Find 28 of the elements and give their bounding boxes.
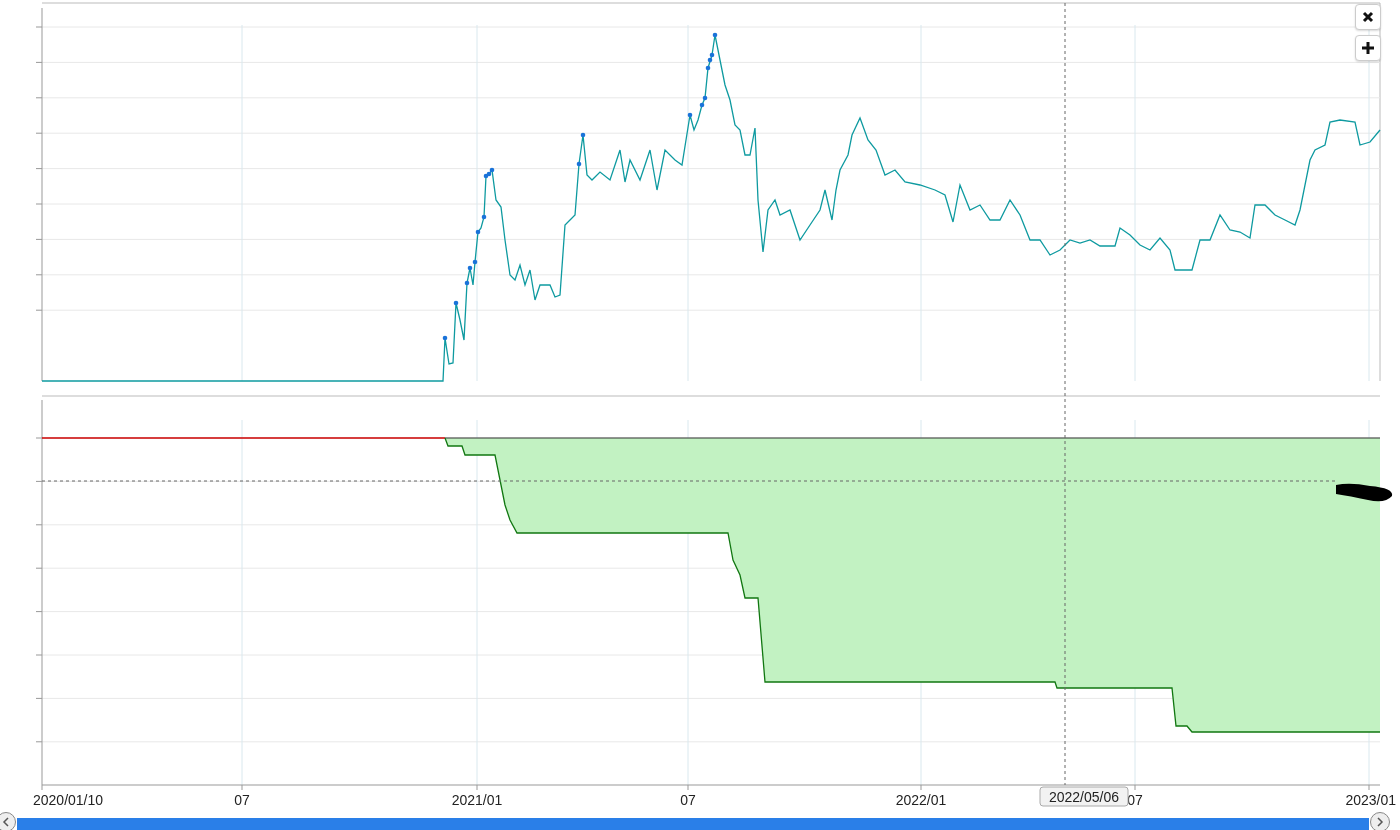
add-button[interactable] [1355,35,1381,61]
axis-label: 2020/01/10 [33,792,104,808]
axis-label: 2023/01 [1345,792,1396,808]
plus-icon [1362,42,1374,54]
redaction-mark [1336,483,1393,502]
scroll-left-button[interactable] [0,812,16,830]
axis-label: 07 [234,792,250,808]
axis-label: 2021/01 [451,792,503,808]
axis-label: 07 [680,792,696,808]
data-point [712,32,718,38]
close-icon [1362,11,1374,23]
chevron-right-icon [1376,817,1384,827]
axis-label: 07 [1127,792,1143,808]
data-point [453,300,459,306]
data-point [580,132,586,138]
data-point [687,112,693,118]
axis-label: 2022/01 [895,792,947,808]
close-button[interactable] [1355,4,1381,30]
data-point [481,214,487,220]
data-point [475,229,481,235]
crosshair-label: 2022/05/06 [1039,786,1129,807]
data-point [464,280,470,286]
data-point [576,161,582,167]
scrollbar[interactable] [17,818,1369,830]
data-point [442,335,448,341]
data-point [705,65,711,71]
chevron-left-icon [2,817,10,827]
scroll-right-button[interactable] [1370,812,1390,830]
